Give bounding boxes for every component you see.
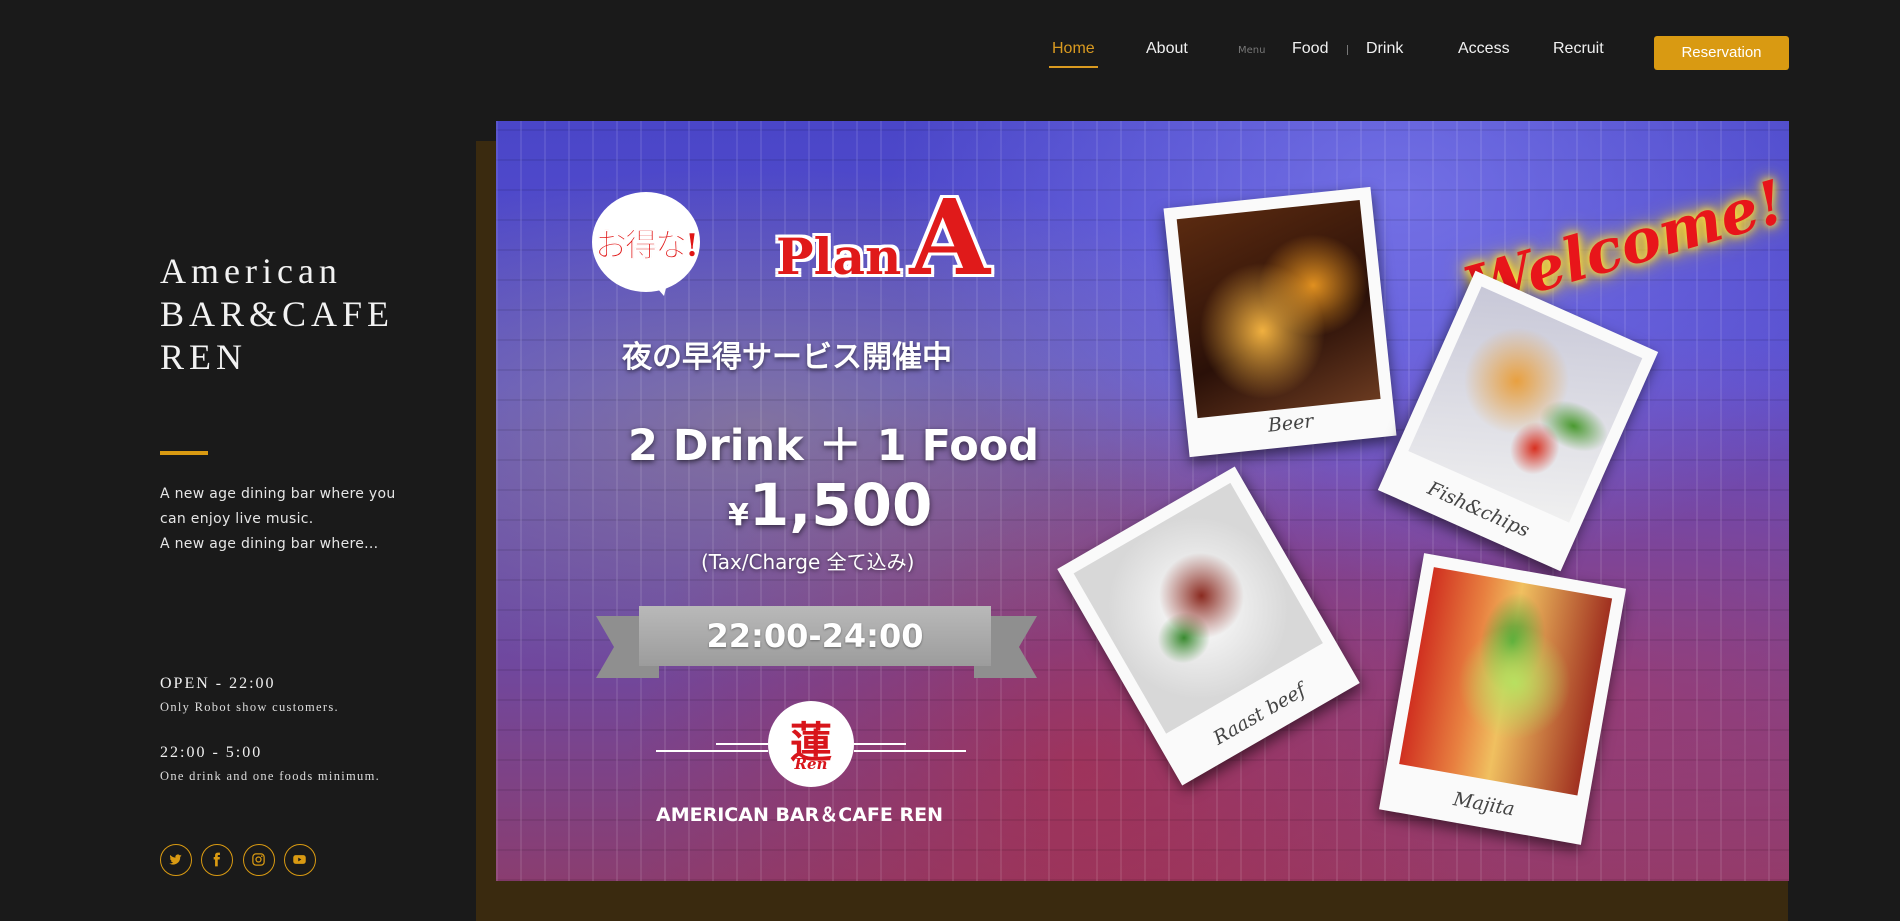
ren-logo: 蓮 Ren [768,701,854,787]
instagram-icon[interactable] [243,844,275,876]
beer-image [1176,200,1381,419]
hours-title: 22:00 - 5:00 [160,744,263,761]
menu-tag: Menu [1238,45,1266,56]
deal-badge: お得な! [592,192,700,296]
brand-title: American BAR&CAFE REN [160,250,394,379]
main-nav: Home About Menu Food Drink Access Recrui… [1040,30,1900,74]
logo-roman: Ren [794,755,828,773]
price-value: 1,500 [748,471,933,539]
price-currency: ¥ [728,498,749,533]
tax-note: (Tax/Charge 全て込み) [701,550,915,574]
brand-line: REN [160,337,247,377]
nav-recruit[interactable]: Recruit [1553,40,1604,58]
logo-rule-right [854,750,966,752]
time-ribbon: 22:00-24:00 [639,606,991,666]
twitter-icon[interactable] [160,844,192,876]
plan-letter: A [909,176,991,299]
youtube-icon[interactable] [284,844,316,876]
mojito-image [1399,567,1613,796]
deal-badge-text: お得な! [594,226,700,265]
logo-rule-right [854,743,906,745]
nav-food[interactable]: Food [1292,40,1328,58]
logo-rule-left [656,750,768,752]
offer-text: 2 Drink ＋ 1 Food [628,421,1040,471]
plan-title: PlanA [776,176,990,299]
photo-beer: Beer [1163,186,1397,458]
facebook-icon[interactable] [201,844,233,876]
nav-access[interactable]: Access [1458,40,1510,58]
nav-drink[interactable]: Drink [1366,40,1403,58]
hero-banner: お得な! PlanA 夜の早得サービス開催中 2 Drink ＋ 1 Food … [496,121,1789,881]
description: A new age dining bar where you can enjoy… [160,482,420,557]
logo-rule-left [716,743,768,745]
description-line: A new age dining bar where you [160,486,396,502]
nav-home[interactable]: Home [1049,40,1098,68]
brand-divider [160,451,208,455]
description-line: A new age dining bar where... [160,536,379,552]
hero-subtitle: 夜の早得サービス開催中 [622,340,952,375]
price: ¥1,500 [728,471,932,539]
hours-subtitle: One drink and one foods minimum. [160,769,381,783]
brand-line: American [160,251,342,291]
menu-separator [1347,45,1348,55]
logo-text: AMERICAN BAR＆CAFE REN [656,804,944,826]
nav-about[interactable]: About [1146,40,1188,58]
reservation-button[interactable]: Reservation [1654,36,1789,70]
hours-title: OPEN - 22:00 [160,675,276,692]
brand-line: BAR&CAFE [160,294,395,334]
plan-word: Plan [776,227,902,286]
hours-subtitle: Only Robot show customers. [160,700,339,714]
description-line: can enjoy live music. [160,511,314,527]
